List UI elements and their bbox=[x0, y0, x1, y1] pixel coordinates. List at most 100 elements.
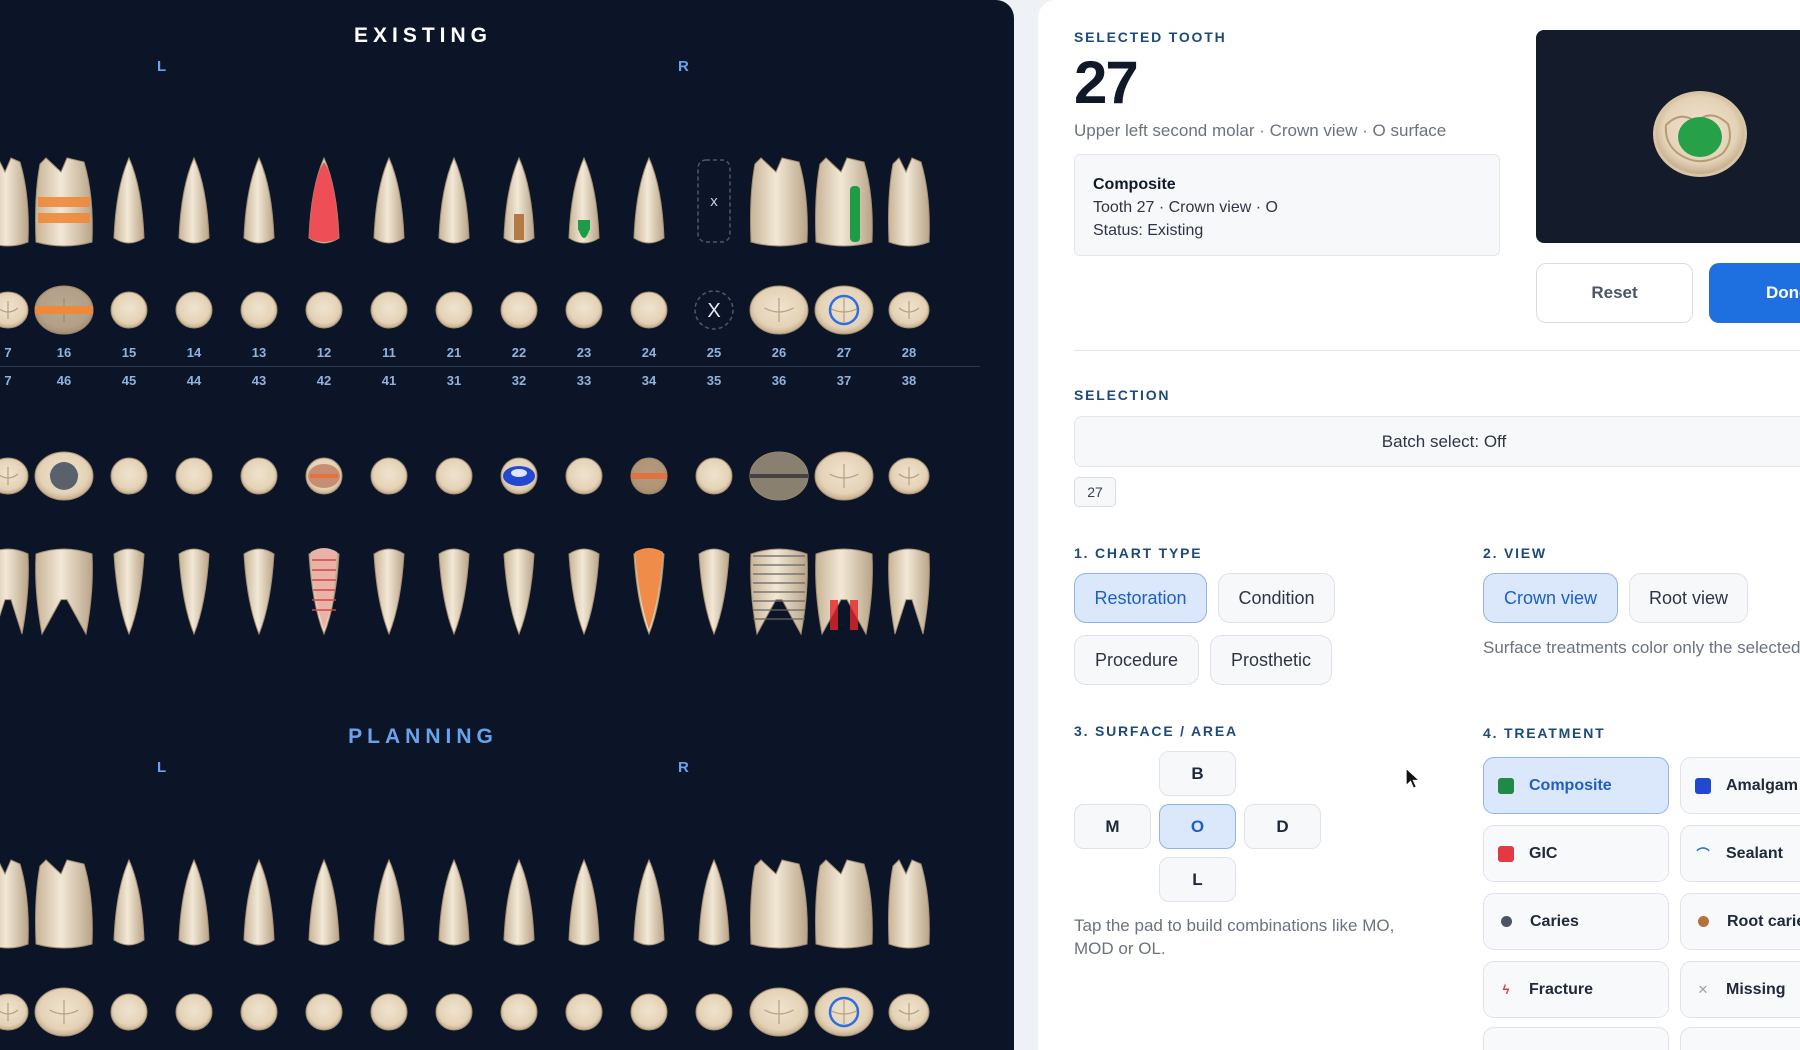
existing-upper-occlusal[interactable] bbox=[565, 291, 603, 329]
existing-upper-occlusal[interactable] bbox=[749, 285, 809, 335]
planning-upper-occlusal[interactable] bbox=[695, 993, 733, 1031]
existing-lower-tooth[interactable] bbox=[243, 548, 275, 636]
existing-lower-tooth[interactable] bbox=[373, 548, 405, 636]
existing-upper-tooth[interactable] bbox=[373, 156, 405, 244]
chart-type-condition[interactable]: Condition bbox=[1218, 573, 1335, 623]
existing-upper-tooth[interactable] bbox=[568, 156, 600, 244]
planning-upper-occlusal[interactable] bbox=[814, 987, 874, 1037]
planning-upper-occlusal[interactable] bbox=[370, 993, 408, 1031]
treatment-fracture[interactable]: ϟ Fracture bbox=[1483, 961, 1669, 1018]
existing-lower-occlusal[interactable] bbox=[630, 457, 668, 495]
existing-upper-tooth[interactable] bbox=[750, 157, 808, 247]
existing-upper-occlusal[interactable] bbox=[0, 291, 29, 329]
planning-upper-tooth[interactable] bbox=[373, 858, 405, 946]
batch-select-toggle[interactable]: Batch select: Off bbox=[1074, 416, 1800, 467]
existing-upper-tooth[interactable] bbox=[308, 156, 340, 244]
planning-upper-tooth[interactable] bbox=[243, 858, 275, 946]
existing-upper-occlusal[interactable] bbox=[814, 285, 874, 335]
planning-upper-tooth[interactable] bbox=[750, 859, 808, 949]
existing-lower-tooth[interactable] bbox=[633, 548, 665, 636]
planning-upper-occlusal[interactable] bbox=[0, 993, 29, 1031]
treatment-gic[interactable]: GIC bbox=[1483, 825, 1669, 882]
existing-upper-tooth[interactable] bbox=[113, 156, 145, 244]
treatment-missing[interactable]: ✕ Missing bbox=[1680, 961, 1800, 1018]
surface-mesial[interactable]: M bbox=[1074, 804, 1151, 849]
existing-upper-tooth[interactable] bbox=[888, 157, 930, 247]
existing-lower-occlusal[interactable] bbox=[565, 457, 603, 495]
existing-upper-tooth[interactable] bbox=[35, 157, 93, 247]
existing-upper-occlusal[interactable] bbox=[630, 291, 668, 329]
existing-upper-occlusal[interactable] bbox=[175, 291, 213, 329]
existing-lower-tooth[interactable] bbox=[438, 548, 470, 636]
planning-upper-occlusal[interactable] bbox=[110, 993, 148, 1031]
planning-upper-tooth[interactable] bbox=[178, 858, 210, 946]
view-root[interactable]: Root view bbox=[1629, 573, 1748, 623]
treatment-caries[interactable]: Caries bbox=[1483, 893, 1669, 950]
existing-lower-tooth[interactable] bbox=[308, 548, 340, 636]
existing-lower-occlusal[interactable] bbox=[370, 457, 408, 495]
existing-upper-tooth[interactable] bbox=[438, 156, 470, 244]
existing-lower-occlusal[interactable] bbox=[175, 457, 213, 495]
chart-type-restoration[interactable]: Restoration bbox=[1074, 573, 1207, 623]
existing-upper-tooth[interactable] bbox=[178, 156, 210, 244]
existing-upper-occlusal[interactable] bbox=[34, 285, 94, 335]
planning-upper-tooth[interactable] bbox=[568, 858, 600, 946]
planning-upper-occlusal[interactable] bbox=[435, 993, 473, 1031]
existing-upper-occlusal[interactable] bbox=[240, 291, 278, 329]
surface-distal[interactable]: D bbox=[1244, 804, 1321, 849]
planning-upper-occlusal[interactable] bbox=[240, 993, 278, 1031]
planning-upper-tooth[interactable] bbox=[503, 858, 535, 946]
existing-lower-tooth[interactable] bbox=[35, 548, 93, 636]
treatment-composite[interactable]: Composite bbox=[1483, 757, 1669, 814]
planning-upper-occlusal[interactable] bbox=[565, 993, 603, 1031]
existing-upper-occlusal[interactable]: X bbox=[694, 290, 734, 330]
existing-lower-tooth[interactable] bbox=[503, 548, 535, 636]
planning-upper-occlusal[interactable] bbox=[34, 987, 94, 1037]
planning-upper-tooth[interactable] bbox=[698, 858, 730, 946]
existing-lower-occlusal[interactable] bbox=[500, 457, 538, 495]
existing-lower-occlusal[interactable] bbox=[435, 457, 473, 495]
existing-lower-occlusal[interactable] bbox=[34, 451, 94, 501]
existing-upper-tooth[interactable] bbox=[243, 156, 275, 244]
selected-tooth-chip[interactable]: 27 bbox=[1074, 477, 1116, 507]
existing-upper-occlusal[interactable] bbox=[370, 291, 408, 329]
planning-upper-occlusal[interactable] bbox=[630, 993, 668, 1031]
existing-lower-tooth[interactable] bbox=[178, 548, 210, 636]
treatment-extra-1[interactable] bbox=[1483, 1027, 1669, 1050]
planning-upper-tooth[interactable] bbox=[113, 858, 145, 946]
existing-lower-tooth[interactable] bbox=[568, 548, 600, 636]
done-button[interactable]: Done bbox=[1709, 263, 1800, 323]
planning-upper-occlusal[interactable] bbox=[175, 993, 213, 1031]
existing-lower-tooth[interactable] bbox=[888, 548, 930, 635]
existing-upper-occlusal[interactable] bbox=[500, 291, 538, 329]
planning-upper-occlusal[interactable] bbox=[749, 987, 809, 1037]
existing-lower-occlusal[interactable] bbox=[888, 457, 930, 495]
existing-upper-tooth[interactable] bbox=[815, 157, 873, 247]
planning-upper-tooth[interactable] bbox=[888, 859, 930, 949]
planning-upper-tooth[interactable] bbox=[308, 858, 340, 946]
planning-upper-tooth[interactable] bbox=[35, 859, 93, 949]
existing-lower-tooth[interactable] bbox=[750, 548, 808, 636]
reset-button[interactable]: Reset bbox=[1536, 263, 1693, 323]
planning-upper-tooth[interactable] bbox=[438, 858, 470, 946]
planning-upper-tooth[interactable] bbox=[633, 858, 665, 946]
existing-upper-occlusal[interactable] bbox=[888, 291, 930, 329]
surface-lingual[interactable]: L bbox=[1159, 857, 1236, 902]
existing-lower-occlusal[interactable] bbox=[240, 457, 278, 495]
existing-lower-tooth[interactable] bbox=[0, 548, 29, 635]
planning-upper-occlusal[interactable] bbox=[305, 993, 343, 1031]
existing-lower-tooth[interactable] bbox=[698, 548, 730, 636]
chart-type-procedure[interactable]: Procedure bbox=[1074, 635, 1199, 685]
existing-upper-occlusal[interactable] bbox=[305, 291, 343, 329]
planning-upper-tooth[interactable] bbox=[0, 859, 29, 949]
surface-buccal[interactable]: B bbox=[1159, 751, 1236, 796]
existing-lower-occlusal[interactable] bbox=[305, 457, 343, 495]
treatment-amalgam[interactable]: Amalgam bbox=[1680, 757, 1800, 814]
view-crown[interactable]: Crown view bbox=[1483, 573, 1618, 623]
existing-lower-occlusal[interactable] bbox=[0, 457, 29, 495]
planning-upper-tooth[interactable] bbox=[815, 859, 873, 949]
existing-lower-tooth[interactable] bbox=[815, 548, 873, 636]
surface-occlusal[interactable]: O bbox=[1159, 804, 1236, 849]
existing-lower-occlusal[interactable] bbox=[110, 457, 148, 495]
teeth-illustration[interactable]: xX bbox=[0, 0, 1014, 1050]
